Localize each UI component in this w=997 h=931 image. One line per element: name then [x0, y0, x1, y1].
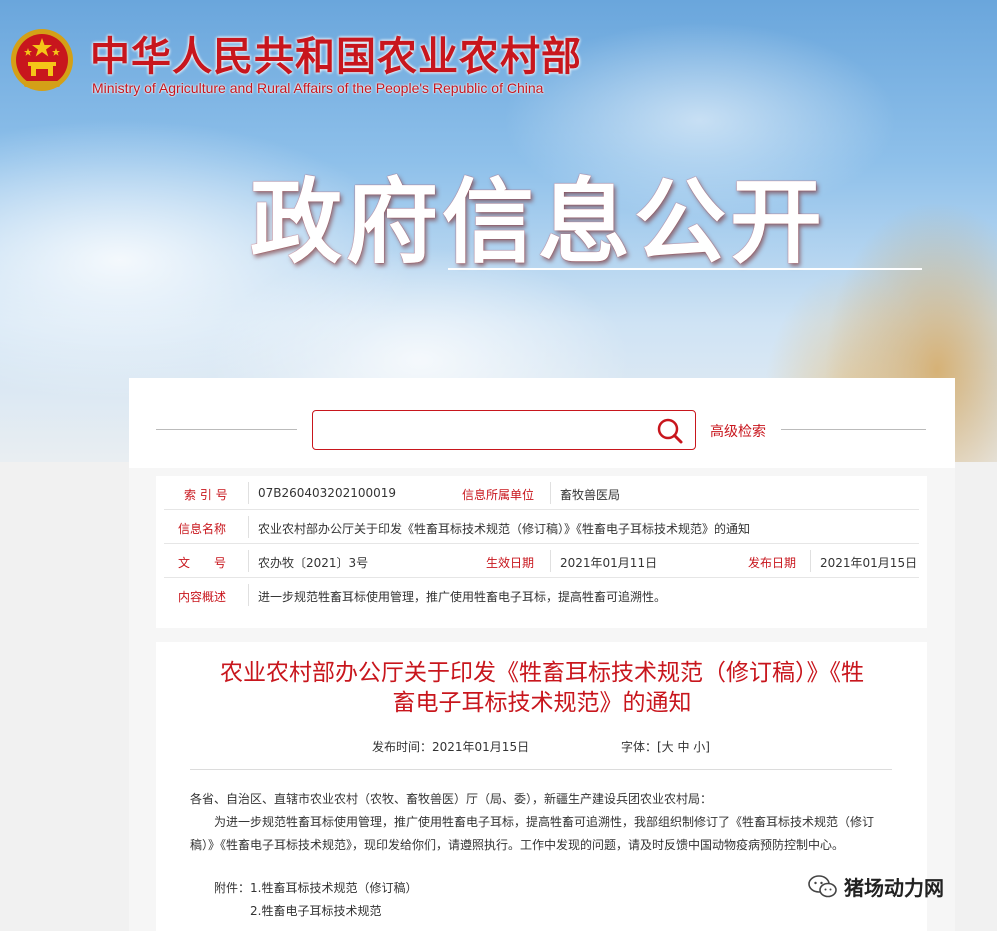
- name-value: 农业农村部办公厅关于印发《牲畜耳标技术规范（修订稿）》《牲畜电子耳标技术规范》的…: [258, 522, 751, 536]
- attachment-item[interactable]: 附件：1.牲畜耳标技术规范（修订稿）: [190, 877, 896, 900]
- meta-row-doc: 文 号 农办牧〔2021〕3号 生效日期 2021年01月11日 发布日期 20…: [164, 544, 919, 578]
- doc-number-label: 文 号: [178, 556, 227, 570]
- doc-number-value: 农办牧〔2021〕3号: [258, 556, 369, 570]
- article-body: 各省、自治区、直辖市农业农村（农牧、畜牧兽医）厅（局、委），新疆生产建设兵团农业…: [190, 788, 896, 923]
- advanced-search-link[interactable]: 高级检索: [710, 421, 766, 441]
- meta-row-index: 索 引 号 07B260403202100019 信息所属单位 畜牧兽医局: [164, 476, 919, 510]
- search-bar: 高级检索: [129, 378, 955, 468]
- index-label: 索 引 号: [184, 488, 228, 502]
- publish-date-value: 2021年01月15日: [820, 556, 918, 570]
- unit-value: 畜牧兽医局: [560, 488, 621, 502]
- paragraph-line: 为进一步规范牲畜耳标使用管理，推广使用牲畜电子耳标，提高牲畜可追溯性，我部组织制…: [214, 815, 875, 829]
- unit-label: 信息所属单位: [462, 488, 535, 502]
- column-divider: [550, 550, 551, 572]
- name-label: 信息名称: [178, 522, 227, 536]
- search-input[interactable]: [321, 416, 641, 444]
- salutation: 各省、自治区、直辖市农业农村（农牧、畜牧兽医）厅（局、委），新疆生产建设兵团农业…: [190, 792, 713, 806]
- column-divider: [248, 516, 249, 538]
- column-divider: [248, 482, 249, 504]
- meta-row-summary: 内容概述 进一步规范牲畜耳标使用管理，推广使用牲畜电子耳标，提高牲畜可追溯性。: [164, 578, 919, 612]
- ministry-name-en: Ministry of Agriculture and Rural Affair…: [92, 80, 544, 96]
- font-size-selector[interactable]: 字体：[大 中 小]: [621, 738, 710, 755]
- article-title: 农业农村部办公厅关于印发《牲畜耳标技术规范（修订稿）》《牲 畜电子耳标技术规范》…: [182, 658, 902, 718]
- summary-label: 内容概述: [178, 590, 227, 604]
- column-divider: [248, 584, 249, 606]
- document-meta-table: 索 引 号 07B260403202100019 信息所属单位 畜牧兽医局 信息…: [156, 476, 927, 628]
- publish-time: 发布时间：2021年01月15日: [372, 740, 530, 754]
- watermark-text: 猪场动力网: [844, 876, 944, 900]
- article-title-line: 农业农村部办公厅关于印发《牲畜耳标技术规范（修订稿）》《牲: [220, 660, 864, 686]
- paragraph-line: 稿）》《牲畜电子耳标技术规范》，现印发给你们，请遵照执行。工作中发现的问题，请及…: [190, 838, 845, 852]
- watermark: 猪场动力网: [808, 872, 944, 901]
- wechat-icon: [808, 874, 837, 897]
- summary-value: 进一步规范牲畜耳标使用管理，推广使用牲畜电子耳标，提高牲畜可追溯性。: [258, 590, 667, 604]
- search-icon[interactable]: [655, 417, 685, 445]
- national-emblem-icon: [11, 29, 73, 91]
- divider-left: [156, 429, 297, 430]
- effective-date-value: 2021年01月11日: [560, 556, 658, 570]
- column-divider: [810, 550, 811, 572]
- section-title: 政府信息公开: [250, 169, 827, 276]
- title-underline: [448, 268, 922, 270]
- publish-date-label: 发布日期: [748, 556, 797, 570]
- index-value: 07B260403202100019: [258, 486, 397, 500]
- column-divider: [550, 482, 551, 504]
- ministry-name-cn: 中华人民共和国农业农村部: [90, 33, 582, 80]
- divider-right: [781, 429, 926, 430]
- article-title-line: 畜电子耳标技术规范》的通知: [392, 690, 692, 716]
- content-panel: 高级检索 索 引 号 07B260403202100019 信息所属单位 畜牧兽…: [129, 378, 955, 931]
- attachment-item[interactable]: 2.牲畜电子耳标技术规范: [190, 900, 896, 923]
- meta-row-name: 信息名称 农业农村部办公厅关于印发《牲畜耳标技术规范（修订稿）》《牲畜电子耳标技…: [164, 510, 919, 544]
- search-box: [312, 410, 696, 450]
- column-divider: [248, 550, 249, 572]
- article-divider: [190, 769, 892, 770]
- effective-date-label: 生效日期: [486, 556, 535, 570]
